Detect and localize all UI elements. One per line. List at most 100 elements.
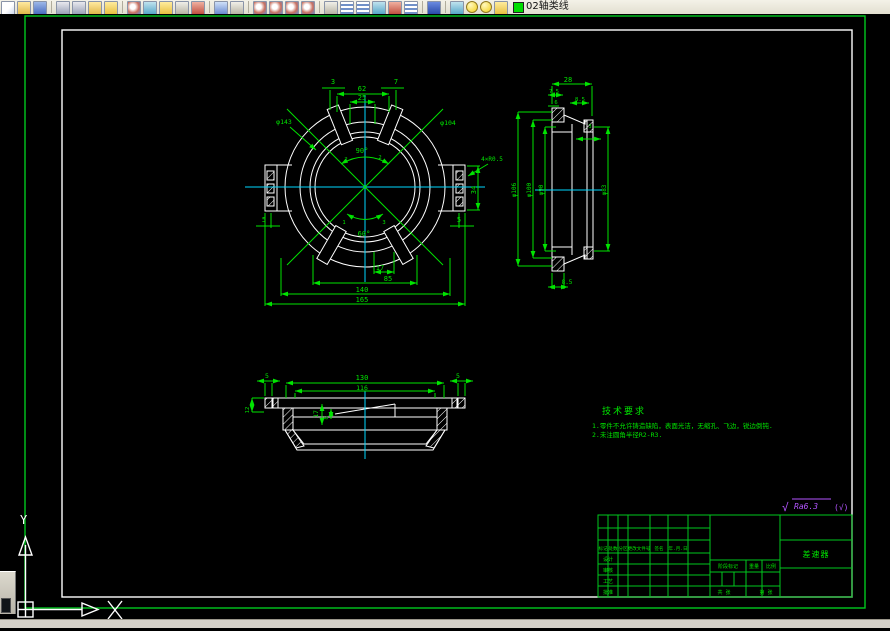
undo-icon[interactable] (214, 1, 228, 14)
layer-color-swatch[interactable] (513, 2, 524, 13)
current-layer-name[interactable]: 02轴类线 (526, 0, 569, 13)
save-icon[interactable] (33, 1, 47, 14)
top-toolbar: 02轴类线 (0, 0, 890, 14)
publish-icon[interactable] (104, 1, 118, 14)
dim-label: 12 (245, 407, 251, 414)
row-label: 批准 (603, 589, 613, 596)
zoom-scale-icon[interactable] (285, 1, 299, 14)
ucs-x-label (107, 600, 123, 620)
redo-icon[interactable] (230, 1, 244, 14)
dim-label: 3 (588, 124, 591, 130)
surface-finish-note: √ Ra6.3 (√) (782, 498, 848, 514)
dim-label: 6 (554, 100, 557, 106)
separator (319, 1, 320, 13)
diameter-label: φ106 (511, 182, 518, 197)
dim-label: 17 (312, 410, 320, 418)
zoom-previous-icon[interactable] (301, 1, 315, 14)
dim-label: 7.5 (549, 89, 559, 95)
new-doc-icon[interactable] (1, 1, 15, 14)
rev-header-cell: 年.月.日 (669, 545, 688, 552)
separator (445, 1, 446, 13)
section-view-labels: 5 130 5 116 12 17 8 (245, 372, 460, 420)
rev-header-cell: 处数 (609, 545, 618, 552)
row-label: 审核 (603, 567, 613, 574)
tech-requirements: 技术要求 1.零件不允许铸造缺陷，表面光洁，无缩孔、飞边，锐边倒钝. 2.未注圆… (592, 405, 773, 439)
find-icon[interactable] (127, 1, 141, 14)
row-label: 工艺 (603, 579, 613, 585)
dim-label: 34 (470, 186, 478, 194)
dim-label: 5 (265, 372, 269, 380)
roughness-check-symbol: √ (782, 501, 789, 514)
rev-header-cell: 更改文件号 (628, 545, 651, 552)
rev-header-cell: 标记 (599, 545, 608, 552)
scale-label: 比例 (766, 563, 776, 570)
stage-label: 阶段标记 (718, 563, 738, 570)
dim-label: 8 (324, 416, 330, 419)
dim-label: 5 (456, 372, 460, 380)
dim-label: 3 (382, 220, 385, 226)
separator (122, 1, 123, 13)
dim-label: 116 (356, 384, 368, 392)
angle-label: 90° (356, 147, 369, 155)
scrollbar-corner-widget[interactable] (0, 571, 16, 614)
front-view-labels: 3 62 7 25 φ143 φ104 4×R0.5 90° 2 2 60° 1… (262, 78, 503, 304)
dim-label: 1 (342, 220, 345, 226)
match-properties-icon[interactable] (175, 1, 189, 14)
image-icon[interactable] (372, 1, 386, 14)
dim-label: 130 (356, 374, 369, 382)
datagrid-icon[interactable] (356, 1, 370, 14)
diameter-label: φ100 (526, 182, 533, 197)
sheet-icon[interactable] (404, 1, 418, 14)
light-on-icon[interactable] (466, 1, 478, 13)
light-off-icon[interactable] (480, 1, 492, 13)
layer-lock-icon[interactable] (494, 1, 508, 14)
tech-req-title: 技术要求 (602, 405, 646, 417)
dim-label: 3 (331, 78, 335, 86)
weight-label: 重量 (749, 563, 759, 570)
dim-label: 8.5 (575, 97, 585, 103)
dim-label: 2 (344, 157, 347, 163)
diameter-label: φ90 (538, 184, 545, 195)
erase-icon[interactable] (191, 1, 205, 14)
tech-req-line2: 2.未注圆角半径R2-R3. (592, 430, 662, 439)
drawing-canvas[interactable]: 3 62 7 25 φ143 φ104 4×R0.5 90° 2 2 60° 1… (0, 14, 890, 620)
zoom-window-icon[interactable] (269, 1, 283, 14)
separator (248, 1, 249, 13)
ucs-y-label: Y (20, 513, 28, 527)
print-preview-icon[interactable] (72, 1, 86, 14)
angle-label: 60° (358, 230, 371, 238)
tech-req-line1: 1.零件不允许铸造缺陷，表面光洁，无缩孔、飞边，锐边倒钝. (592, 421, 773, 430)
dim-label: 140 (356, 286, 369, 294)
dim-label: 2 (378, 155, 381, 161)
corner-grip (1, 598, 11, 613)
dim-label: 7 (394, 78, 398, 86)
render-icon[interactable] (388, 1, 402, 14)
copy-icon[interactable] (143, 1, 157, 14)
help-icon[interactable] (427, 1, 441, 14)
roughness-other-symbol: (√) (834, 503, 848, 512)
dim-label: 25 (358, 94, 366, 102)
open-icon[interactable] (17, 1, 31, 14)
sheet-page-label: 第 张 (759, 589, 772, 596)
paste-icon[interactable] (159, 1, 173, 14)
dim-label: 17 (376, 264, 384, 272)
roughness-value: Ra6.3 (794, 502, 818, 511)
rev-header-cell: 分区 (619, 545, 628, 552)
print-icon[interactable] (56, 1, 70, 14)
zoom-realtime-icon[interactable] (253, 1, 267, 14)
plot-icon[interactable] (88, 1, 102, 14)
diameter-label: φ104 (440, 119, 456, 127)
dim-label: 85 (384, 275, 392, 283)
layers-icon[interactable] (450, 1, 464, 14)
part-name: 差速器 (803, 549, 830, 559)
text-style-icon[interactable] (324, 1, 338, 14)
table-icon[interactable] (340, 1, 354, 14)
dim-label: 5 (457, 216, 461, 224)
diameter-label: φ83 (601, 184, 608, 195)
dim-label: 5 (262, 216, 266, 224)
dim-label: 165 (356, 296, 369, 304)
rev-header-cell: 签名 (655, 545, 664, 552)
diameter-label: φ143 (276, 118, 292, 126)
separator (209, 1, 210, 13)
separator (422, 1, 423, 13)
